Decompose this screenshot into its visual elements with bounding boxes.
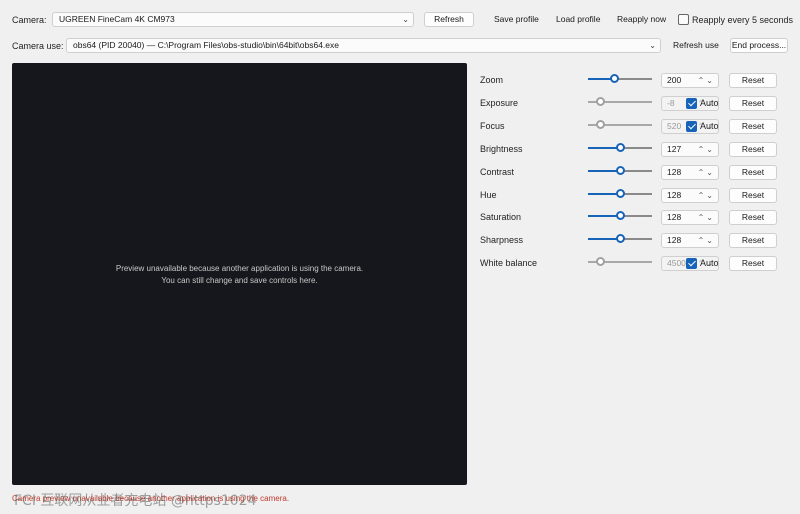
auto-checkbox-white-balance[interactable] [686, 258, 697, 269]
slider-thumb[interactable] [596, 120, 605, 129]
control-label-white-balance: White balance [480, 258, 538, 268]
reset-button-hue[interactable]: Reset [729, 188, 777, 203]
camera-preview: Preview unavailable because another appl… [12, 63, 467, 485]
preview-message-line2: You can still change and save controls h… [161, 276, 318, 285]
reset-button-saturation[interactable]: Reset [729, 210, 777, 225]
slider-thumb[interactable] [616, 143, 625, 152]
slider-hue[interactable] [588, 189, 652, 199]
spinbox-hue[interactable]: 128 ⌃⌄ [661, 188, 719, 203]
reset-button-sharpness[interactable]: Reset [729, 233, 777, 248]
end-process-button[interactable]: End process... [730, 38, 788, 53]
refresh-use-button[interactable]: Refresh use [673, 38, 719, 53]
camera-label: Camera: [12, 15, 47, 25]
slider-thumb[interactable] [616, 189, 625, 198]
spin-arrows-icon[interactable]: ⌃⌄ [698, 211, 715, 224]
camera-use-label: Camera use: [12, 41, 64, 51]
reset-button-focus[interactable]: Reset [729, 119, 777, 134]
control-label-brightness: Brightness [480, 144, 523, 154]
chevron-down-icon: ⌄ [402, 15, 409, 24]
slider-exposure[interactable] [588, 97, 652, 107]
slider-sharpness[interactable] [588, 234, 652, 244]
spin-arrows-icon[interactable]: ⌃⌄ [698, 234, 715, 247]
reset-button-zoom[interactable]: Reset [729, 73, 777, 88]
slider-thumb[interactable] [610, 74, 619, 83]
refresh-button[interactable]: Refresh [424, 12, 474, 27]
auto-checkbox-exposure[interactable] [686, 98, 697, 109]
reset-button-brightness[interactable]: Reset [729, 142, 777, 157]
spinbox-saturation[interactable]: 128 ⌃⌄ [661, 210, 719, 225]
reapply-every-label: Reapply every 5 seconds [692, 15, 794, 25]
preview-message-line1: Preview unavailable because another appl… [115, 264, 364, 273]
spinbox-value: 128 [667, 235, 682, 245]
slider-focus[interactable] [588, 120, 652, 130]
control-label-saturation: Saturation [480, 212, 522, 222]
slider-white-balance[interactable] [588, 257, 652, 267]
control-label-hue: Hue [480, 190, 497, 200]
control-label-exposure: Exposure [480, 98, 519, 108]
reset-button-white-balance[interactable]: Reset [729, 256, 777, 271]
spin-arrows-icon[interactable]: ⌃⌄ [698, 143, 715, 156]
spinbox-contrast[interactable]: 128 ⌃⌄ [661, 165, 719, 180]
spin-arrows-icon[interactable]: ⌃⌄ [698, 74, 715, 87]
slider-thumb[interactable] [616, 166, 625, 175]
slider-thumb[interactable] [616, 234, 625, 243]
spin-arrows-icon[interactable]: ⌃⌄ [698, 166, 715, 179]
control-label-contrast: Contrast [480, 167, 515, 177]
camera-select[interactable]: UGREEN FineCam 4K CM973 ⌄ [52, 12, 414, 27]
camera-select-value: UGREEN FineCam 4K CM973 [59, 14, 175, 24]
save-profile-button[interactable]: Save profile [494, 12, 539, 27]
spinbox-value: 200 [667, 75, 682, 85]
spinbox-value: 128 [667, 190, 682, 200]
spin-arrows-icon[interactable]: ⌃⌄ [698, 189, 715, 202]
slider-zoom[interactable] [588, 74, 652, 84]
auto-label: Auto [700, 258, 719, 268]
slider-thumb[interactable] [596, 257, 605, 266]
reapply-now-button[interactable]: Reapply now [617, 12, 666, 27]
spinbox-zoom[interactable]: 200 ⌃⌄ [661, 73, 719, 88]
load-profile-button[interactable]: Load profile [556, 12, 600, 27]
spinbox-value: 128 [667, 167, 682, 177]
auto-label: Auto [700, 98, 719, 108]
watermark-text: FCI 互联网从业者充电站 @https1024 [14, 493, 257, 509]
slider-contrast[interactable] [588, 166, 652, 176]
spinbox-value: 128 [667, 212, 682, 222]
auto-checkbox-focus[interactable] [686, 121, 697, 132]
spinbox-brightness[interactable]: 127 ⌃⌄ [661, 142, 719, 157]
slider-brightness[interactable] [588, 143, 652, 153]
control-label-focus: Focus [480, 121, 505, 131]
control-label-zoom: Zoom [480, 75, 504, 85]
spinbox-value: 127 [667, 144, 682, 154]
reset-button-contrast[interactable]: Reset [729, 165, 777, 180]
spinbox-value: 4500 [667, 258, 686, 268]
spinbox-value: -8 [667, 98, 675, 108]
slider-thumb[interactable] [596, 97, 605, 106]
control-label-sharpness: Sharpness [480, 235, 524, 245]
chevron-down-icon: ⌄ [649, 41, 656, 50]
slider-thumb[interactable] [616, 211, 625, 220]
auto-label: Auto [700, 121, 719, 131]
camera-use-select[interactable]: obs64 (PID 20040) — C:\Program Files\obs… [66, 38, 661, 53]
spinbox-value: 520 [667, 121, 682, 131]
reset-button-exposure[interactable]: Reset [729, 96, 777, 111]
spinbox-sharpness[interactable]: 128 ⌃⌄ [661, 233, 719, 248]
slider-saturation[interactable] [588, 211, 652, 221]
reapply-every-checkbox[interactable] [678, 14, 689, 25]
camera-use-value: obs64 (PID 20040) — C:\Program Files\obs… [73, 40, 339, 50]
